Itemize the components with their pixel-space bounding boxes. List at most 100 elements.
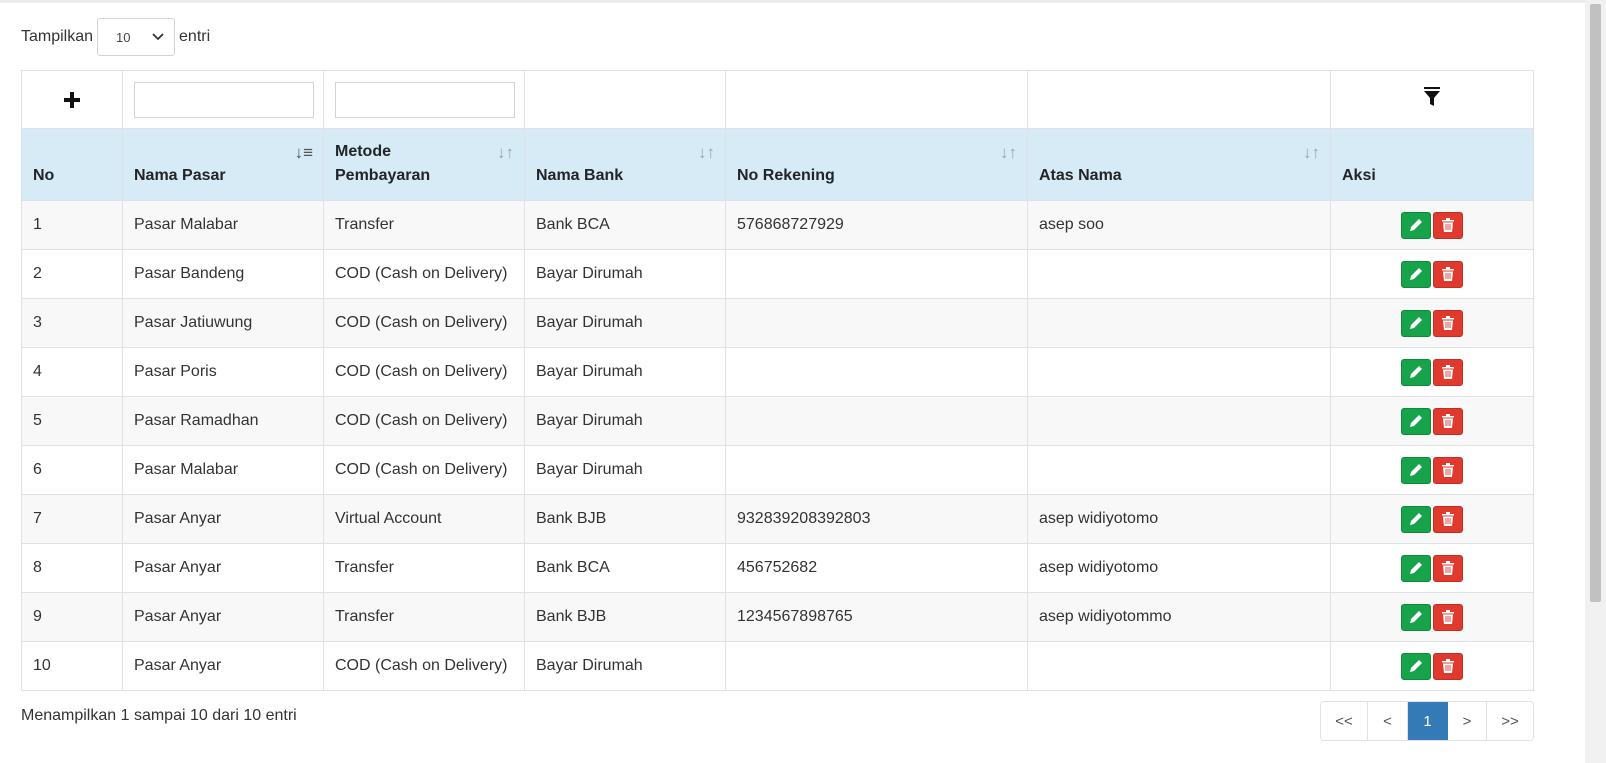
length-menu: Tampilkan 10 entri (21, 18, 211, 56)
delete-button[interactable] (1433, 358, 1463, 386)
cell-nama-pasar: Pasar Anyar (122, 494, 324, 544)
cell-metode-pembayaran: COD (Cash on Delivery) (323, 641, 525, 691)
trash-icon (1442, 561, 1454, 575)
pencil-icon (1410, 611, 1422, 623)
trash-icon (1442, 365, 1454, 379)
cell-nama-pasar: Pasar Anyar (122, 592, 324, 642)
filter-button[interactable] (1330, 70, 1534, 129)
cell-aksi (1330, 494, 1534, 544)
cell-aksi (1330, 641, 1534, 691)
cell-no: 10 (21, 641, 123, 691)
cell-nama-bank: Bayar Dirumah (524, 347, 726, 397)
trash-icon (1442, 463, 1454, 477)
table-row: 9 Pasar Anyar Transfer Bank BJB 123456789876… (21, 592, 1534, 642)
cell-nama-bank: Bank BJB (524, 592, 726, 642)
table-row: 7 Pasar Anyar Virtual Account Bank BJB 93283… (21, 494, 1534, 544)
pencil-icon (1410, 660, 1422, 672)
cell-metode-pembayaran: COD (Cash on Delivery) (323, 347, 525, 397)
cell-atas-nama (1027, 249, 1331, 299)
delete-button[interactable] (1433, 554, 1463, 582)
column-header-nama-pasar[interactable]: Nama Pasar ↓≡ (122, 128, 324, 201)
cell-atas-nama (1027, 298, 1331, 348)
edit-button[interactable] (1401, 603, 1431, 631)
pencil-icon (1410, 415, 1422, 427)
table-row: 6 Pasar Malabar COD (Cash on Delivery) Baya… (21, 445, 1534, 495)
delete-button[interactable] (1433, 309, 1463, 337)
column-header-aksi: Aksi (1330, 128, 1534, 201)
cell-nama-bank: Bayar Dirumah (524, 298, 726, 348)
cell-atas-nama: asep soo (1027, 200, 1331, 250)
page-1-button[interactable]: 1 (1408, 702, 1448, 740)
cell-nama-bank: Bayar Dirumah (524, 396, 726, 446)
next-page-button[interactable]: > (1448, 702, 1487, 740)
cell-no: 7 (21, 494, 123, 544)
cell-atas-nama (1027, 641, 1331, 691)
cell-aksi (1330, 347, 1534, 397)
column-header-atas-nama[interactable]: Atas Nama ↓↑ (1027, 128, 1331, 201)
page-length-select[interactable]: 10 (97, 18, 176, 56)
sort-asc-icon: ↓≡ (294, 143, 313, 162)
delete-button[interactable] (1433, 505, 1463, 533)
length-suffix: entri (179, 28, 211, 45)
trash-icon (1442, 218, 1454, 232)
cell-atas-nama: asep widiyotomo (1027, 543, 1331, 593)
cell-no-rekening (725, 298, 1028, 348)
cell-aksi (1330, 396, 1534, 446)
header-row: No Nama Pasar ↓≡ Metode Pembayaran ↓↑ Na… (21, 128, 1534, 201)
edit-button[interactable] (1401, 211, 1431, 239)
length-prefix: Tampilkan (21, 28, 94, 45)
cell-metode-pembayaran: COD (Cash on Delivery) (323, 249, 525, 299)
cell-aksi (1330, 445, 1534, 495)
edit-button[interactable] (1401, 456, 1431, 484)
cell-no-rekening: 456752682 (725, 543, 1028, 593)
column-header-metode-pembayaran[interactable]: Metode Pembayaran ↓↑ (323, 128, 525, 201)
cell-nama-pasar: Pasar Jatiuwung (122, 298, 324, 348)
table-info: Menampilkan 1 sampai 10 dari 10 entri (21, 707, 297, 724)
cell-atas-nama (1027, 396, 1331, 446)
edit-button[interactable] (1401, 358, 1431, 386)
prev-page-button[interactable]: < (1368, 702, 1408, 740)
metode-filter-input[interactable] (335, 81, 515, 118)
edit-button[interactable] (1401, 554, 1431, 582)
pencil-icon (1410, 464, 1422, 476)
scrollbar-thumb[interactable] (1590, 4, 1601, 602)
delete-button[interactable] (1433, 211, 1463, 239)
table-row: 5 Pasar Ramadhan COD (Cash on Delivery) Bay… (21, 396, 1534, 446)
edit-button[interactable] (1401, 260, 1431, 288)
table-row: 2 Pasar Bandeng COD (Cash on Delivery) Baya… (21, 249, 1534, 299)
column-header-no[interactable]: No (21, 128, 123, 201)
cell-metode-pembayaran: Transfer (323, 592, 525, 642)
delete-button[interactable] (1433, 260, 1463, 288)
last-page-button[interactable]: >> (1487, 702, 1533, 740)
edit-button[interactable] (1401, 407, 1431, 435)
cell-no-rekening (725, 347, 1028, 397)
edit-button[interactable] (1401, 652, 1431, 680)
cell-metode-pembayaran: COD (Cash on Delivery) (323, 396, 525, 446)
column-header-nama-bank[interactable]: Nama Bank ↓↑ (524, 128, 726, 201)
delete-button[interactable] (1433, 456, 1463, 484)
pagination: << < 1 > >> (1320, 701, 1534, 741)
column-header-no-rekening[interactable]: No Rekening ↓↑ (725, 128, 1028, 201)
sort-icon: ↓↑ (1303, 143, 1320, 162)
cell-no-rekening (725, 249, 1028, 299)
nama-pasar-filter-input[interactable] (134, 81, 314, 118)
cell-nama-pasar: Pasar Anyar (122, 641, 324, 691)
delete-button[interactable] (1433, 652, 1463, 680)
first-page-button[interactable]: << (1321, 702, 1368, 740)
edit-button[interactable] (1401, 309, 1431, 337)
pencil-icon (1410, 366, 1422, 378)
cell-nama-bank: Bank BCA (524, 200, 726, 250)
data-table: No Nama Pasar ↓≡ Metode Pembayaran ↓↑ Na… (21, 70, 1534, 691)
delete-button[interactable] (1433, 407, 1463, 435)
add-button[interactable] (21, 70, 123, 129)
cell-no-rekening (725, 396, 1028, 446)
chevron-down-icon (152, 33, 164, 41)
cell-aksi (1330, 543, 1534, 593)
cell-nama-pasar: Pasar Bandeng (122, 249, 324, 299)
edit-button[interactable] (1401, 505, 1431, 533)
delete-button[interactable] (1433, 603, 1463, 631)
sort-icon: ↓↑ (1000, 143, 1017, 162)
page-scrollbar[interactable] (1585, 0, 1606, 763)
cell-metode-pembayaran: COD (Cash on Delivery) (323, 445, 525, 495)
cell-no: 4 (21, 347, 123, 397)
